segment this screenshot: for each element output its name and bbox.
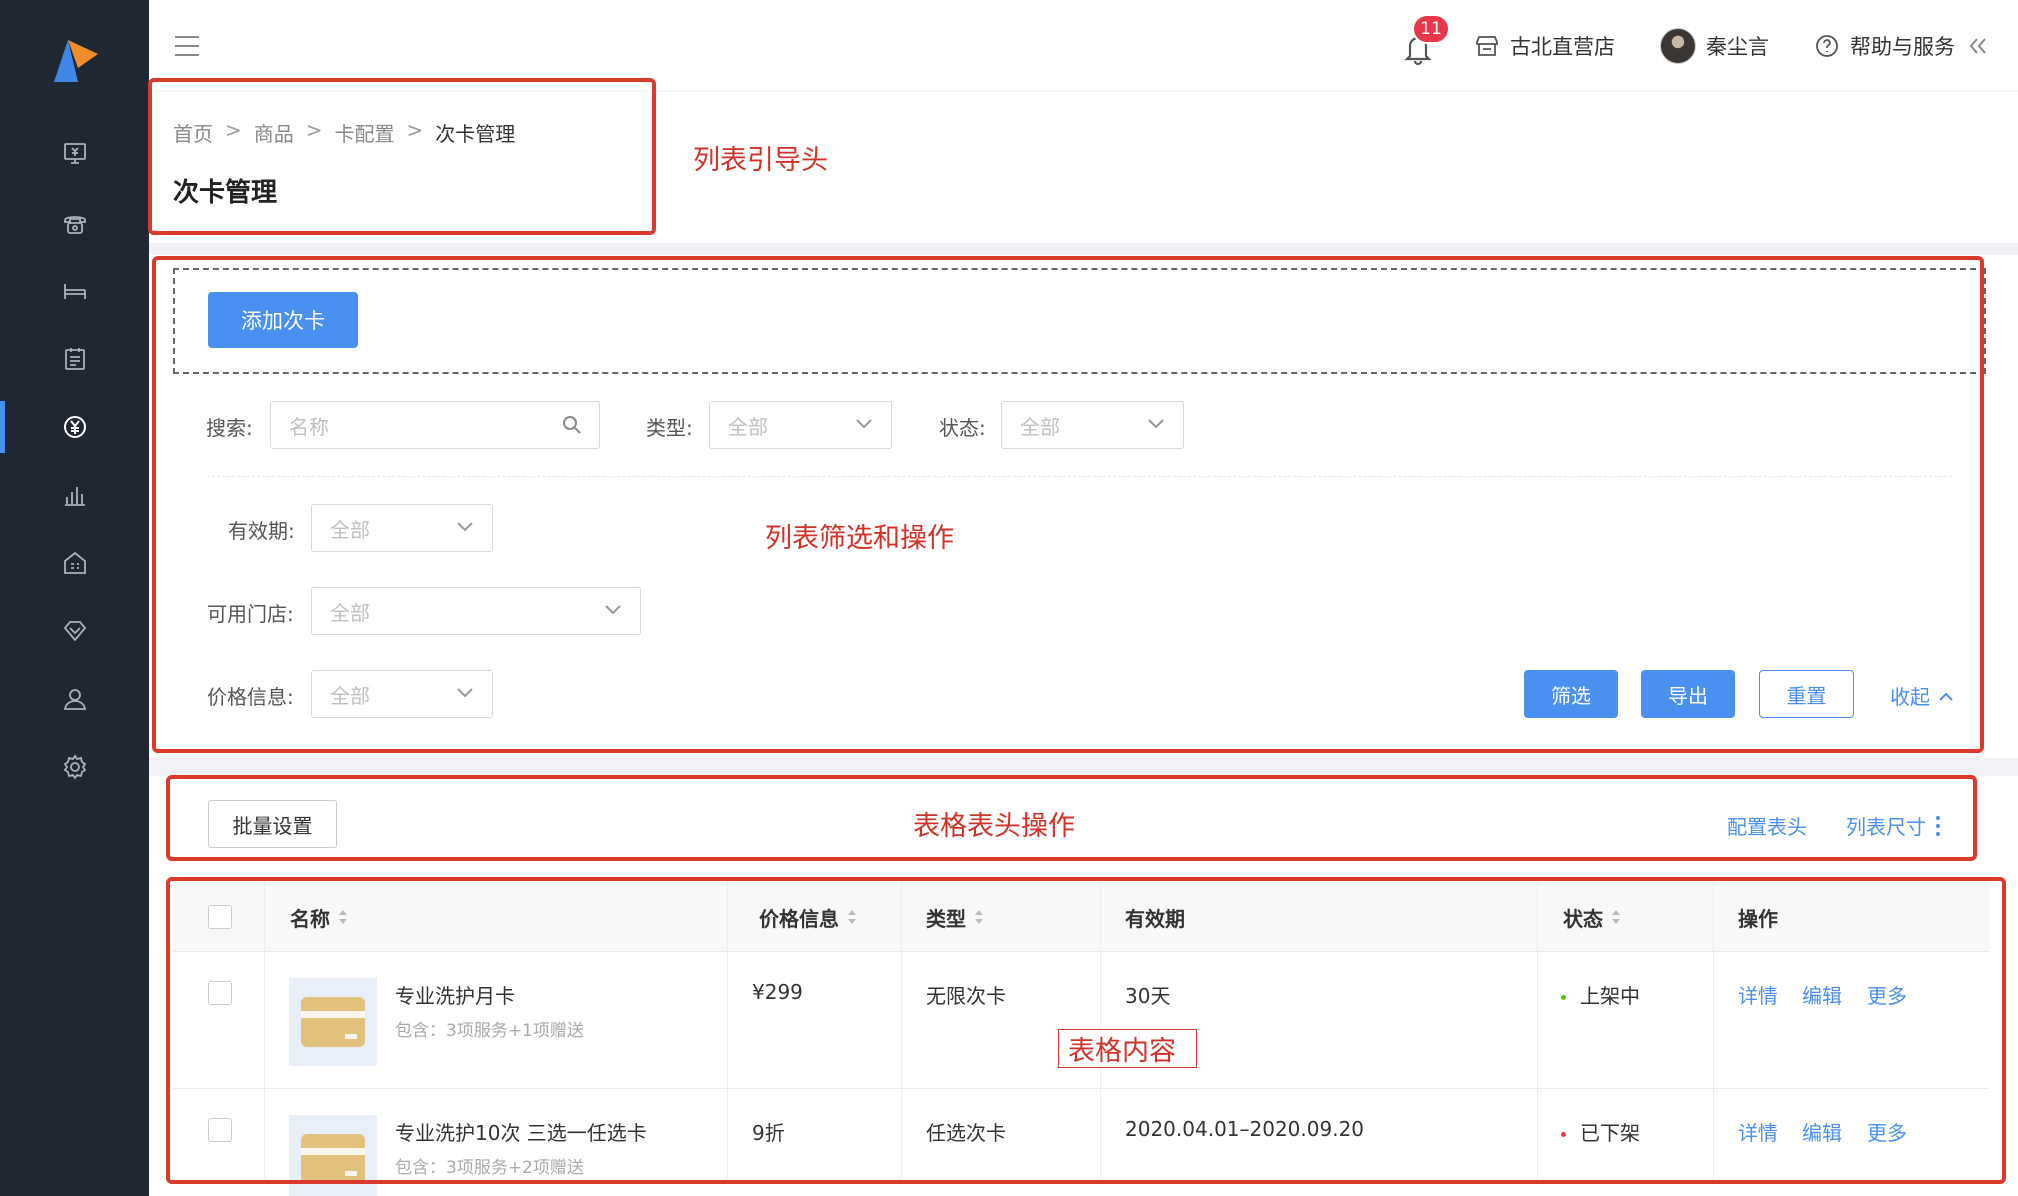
notification-badge: 11 — [1412, 14, 1450, 44]
app-logo[interactable] — [48, 38, 100, 84]
sidebar-item-member[interactable] — [0, 601, 149, 661]
section-divider — [149, 243, 2018, 255]
help-label: 帮助与服务 — [1850, 35, 1955, 59]
annotation-box-filter — [152, 256, 1984, 753]
sidebar-item-reports[interactable] — [0, 465, 149, 525]
gear-icon — [63, 754, 86, 780]
bar-chart-icon — [64, 487, 85, 506]
building-icon — [63, 551, 86, 574]
sidebar-item-settings[interactable] — [0, 737, 149, 797]
yen-circle-icon — [63, 416, 86, 438]
phone-icon — [63, 216, 86, 234]
menu-toggle-icon[interactable] — [174, 34, 200, 58]
store-icon — [1476, 36, 1498, 56]
double-chevron-left-icon[interactable] — [1965, 33, 1991, 59]
annotation-label-filter: 列表筛选和操作 — [765, 523, 954, 554]
clipboard-icon — [64, 348, 85, 370]
sidebar-item-room[interactable] — [0, 261, 149, 321]
annotation-label-table-header: 表格表头操作 — [913, 811, 1075, 842]
user-icon — [63, 689, 86, 710]
help-menu[interactable]: 帮助与服务 — [1814, 28, 1991, 64]
user-menu[interactable]: 秦尘言 — [1660, 28, 1769, 64]
bed-icon — [63, 284, 86, 299]
sidebar-item-orders[interactable] — [0, 329, 149, 389]
store-switcher[interactable]: 古北直营店 — [1474, 28, 1615, 64]
help-circle-icon — [1816, 35, 1838, 57]
diamond-icon — [63, 621, 86, 642]
sidebar-item-store[interactable] — [0, 533, 149, 593]
monitor-yen-icon — [63, 143, 86, 164]
sidebar-item-staff[interactable] — [0, 669, 149, 729]
section-divider — [149, 758, 2018, 776]
annotation-label-table-content: 表格内容 — [1068, 1036, 1176, 1067]
annotation-box-header — [148, 78, 656, 235]
user-name: 秦尘言 — [1706, 35, 1769, 59]
avatar — [1660, 28, 1696, 64]
annotation-label-header: 列表引导头 — [693, 145, 828, 176]
sidebar-item-cashier[interactable] — [0, 124, 149, 184]
store-name: 古北直营店 — [1510, 35, 1615, 59]
sidebar — [0, 0, 149, 1196]
sidebar-item-goods[interactable] — [0, 397, 149, 457]
sidebar-item-reception[interactable] — [0, 193, 149, 253]
